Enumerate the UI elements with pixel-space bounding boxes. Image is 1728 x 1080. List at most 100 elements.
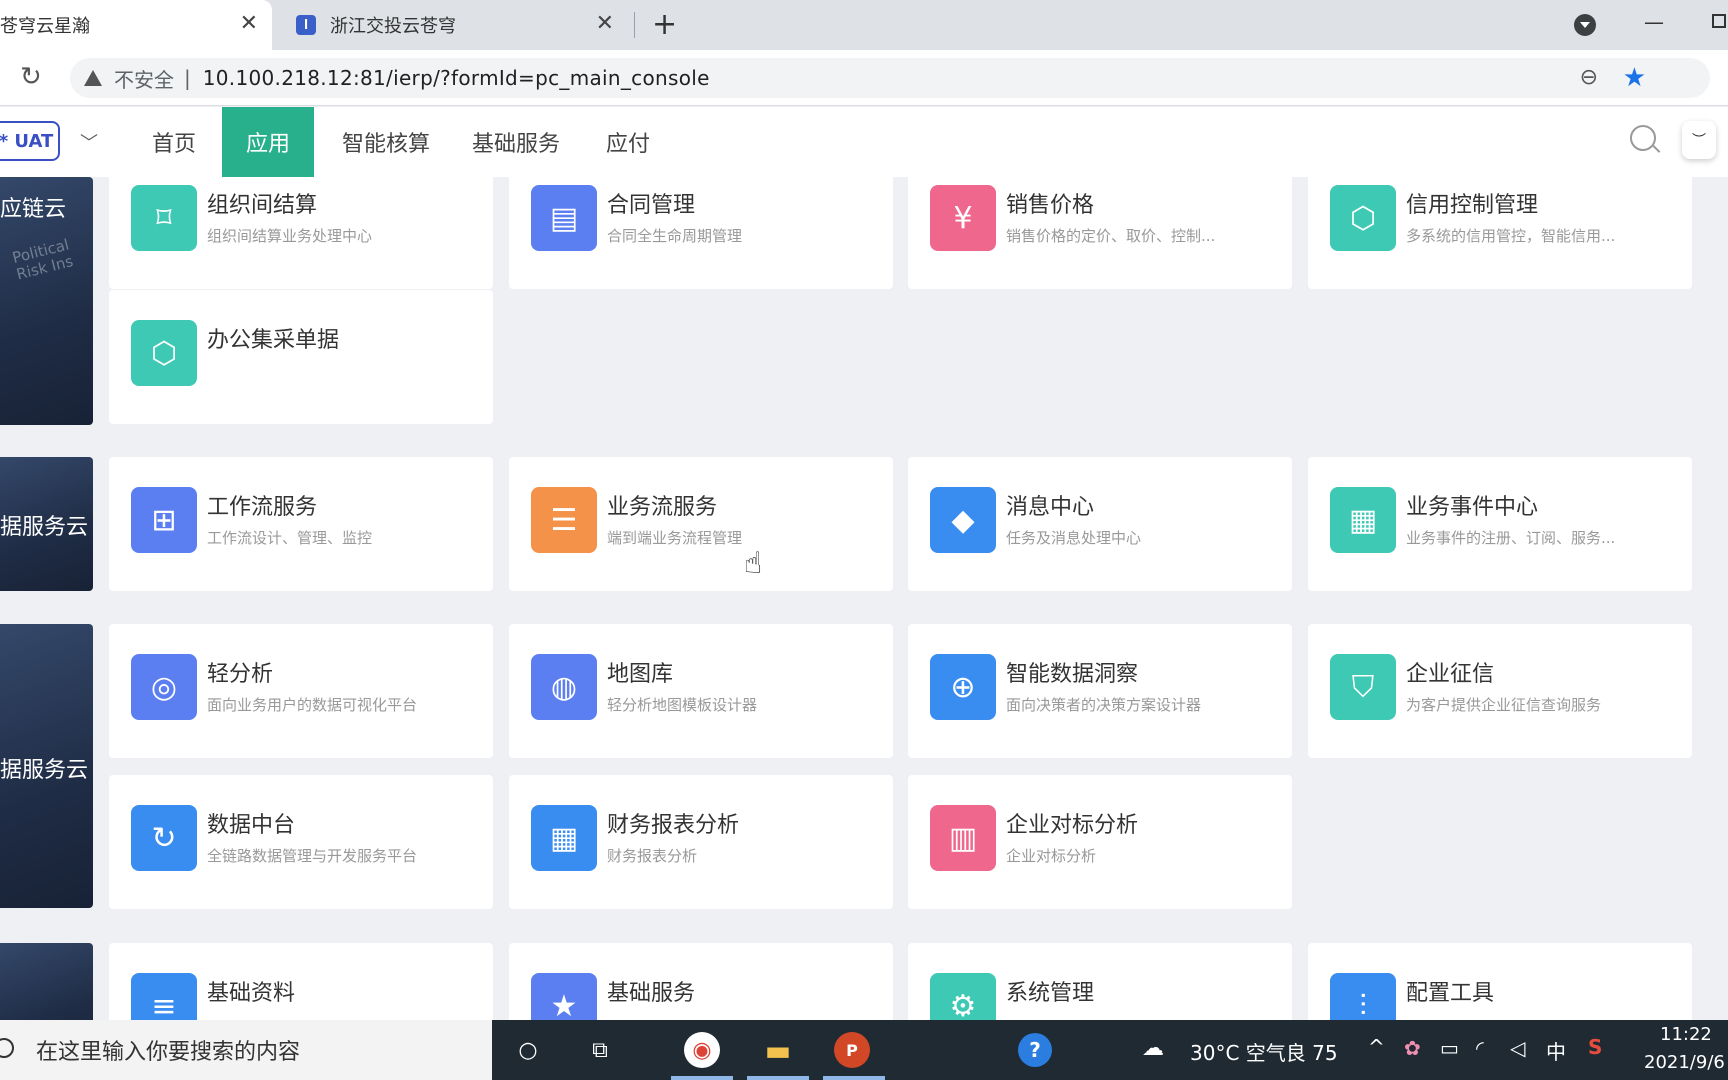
app-card[interactable]: ≡ 基础资料 — [109, 943, 493, 1020]
nav-home[interactable]: 首页 — [152, 107, 196, 177]
powerpoint-icon[interactable]: P — [834, 1032, 870, 1068]
app-card[interactable]: ⬡ 办公集采单据 — [109, 290, 493, 424]
app-title: 工作流服务 — [207, 495, 318, 520]
app-card[interactable]: ¥ 销售价格 销售价格的定价、取价、控制... — [908, 177, 1292, 289]
app-title: 消息中心 — [1006, 495, 1095, 520]
battery-icon[interactable]: ▭ — [1440, 1036, 1459, 1060]
profile-menu-icon[interactable] — [1574, 14, 1596, 36]
cortana-icon[interactable]: ○ — [508, 1030, 548, 1070]
group-card-data-cloud: 据服务云 — [0, 624, 93, 908]
weather-text[interactable]: 30°C 空气良 75 — [1190, 1037, 1338, 1066]
tray-app-icon[interactable]: ✿ — [1404, 1036, 1421, 1060]
wifi-icon[interactable]: ◜ — [1476, 1036, 1484, 1060]
tab-close-icon[interactable]: ✕ — [596, 13, 614, 35]
app-card[interactable]: ⚙ 系统管理 — [908, 943, 1292, 1020]
app-title: 企业对标分析 — [1006, 813, 1139, 838]
minimize-icon[interactable]: — — [1644, 10, 1664, 34]
app-description: 工作流设计、管理、监控 — [207, 529, 373, 547]
server-icon: ≡ — [131, 973, 197, 1020]
nav-basic-services[interactable]: 基础服务 — [472, 107, 560, 177]
taskbar-search-input[interactable]: 在这里输入你要搜索的内容 — [0, 1020, 492, 1080]
volume-icon[interactable]: ◁ — [1510, 1036, 1525, 1060]
clipboard-chart-icon: ▥ — [930, 805, 996, 871]
app-card[interactable]: ⬡ 信用控制管理 多系统的信用管控，智能信用... — [1308, 177, 1692, 289]
task-view-icon[interactable]: ⧉ — [580, 1030, 620, 1070]
tab-inactive[interactable]: ꟾ 浙江交投云苍穹 ✕ — [282, 0, 628, 50]
group-decoration: Political Risk Ins — [10, 235, 75, 284]
group-label: 据服务云 — [0, 515, 89, 540]
app-title: 信用控制管理 — [1406, 193, 1539, 218]
reload-icon[interactable]: ↻ — [20, 62, 42, 92]
tab-favicon-icon: ꟾ — [296, 15, 316, 35]
data-hub-icon: ↻ — [131, 805, 197, 871]
app-description: 端到端业务流程管理 — [607, 529, 743, 547]
tab-close-icon[interactable]: ✕ — [240, 13, 258, 35]
url-input[interactable]: 不安全 | 10.100.218.12:81/ierp/?formId=pc_m… — [70, 58, 1710, 98]
security-label[interactable]: 不安全 — [114, 64, 174, 93]
warning-icon — [84, 70, 102, 86]
url-separator: | — [184, 66, 191, 90]
app-card[interactable]: ▤ 合同管理 合同全生命周期管理 — [509, 177, 893, 289]
nav-apps[interactable]: 应用 — [222, 107, 315, 177]
diamond-icon: ◆ — [930, 487, 996, 553]
sogou-icon[interactable]: S — [1588, 1035, 1602, 1059]
app-title: 轻分析 — [207, 662, 274, 687]
app-description: 轻分析地图模板设计器 — [607, 696, 758, 714]
app-description: 面向业务用户的数据可视化平台 — [207, 696, 418, 714]
app-card[interactable]: ★ 基础服务 — [509, 943, 893, 1020]
zoom-icon[interactable]: ⊖ — [1580, 65, 1598, 90]
address-bar: ↻ 不安全 | 10.100.218.12:81/ierp/?formId=pc… — [0, 50, 1728, 106]
nav-payables[interactable]: 应付 — [606, 107, 650, 177]
restore-icon[interactable] — [1712, 14, 1726, 28]
app-card[interactable]: ⊕ 智能数据洞察 面向决策者的决策方案设计器 — [908, 624, 1292, 758]
weather-icon[interactable]: ☁ — [1142, 1036, 1164, 1061]
group-label: 应链云 — [0, 197, 67, 222]
clock-date[interactable]: 2021/9/6 — [1644, 1052, 1725, 1073]
table-icon: ▦ — [531, 805, 597, 871]
app-card[interactable]: ◎ 轻分析 面向业务用户的数据可视化平台 — [109, 624, 493, 758]
app-description: 业务事件的注册、订阅、服务... — [1406, 529, 1616, 547]
env-badge[interactable]: * UAT — [0, 121, 60, 161]
chevron-down-icon[interactable]: ﹀ — [80, 129, 98, 155]
app-card[interactable]: ↻ 数据中台 全链路数据管理与开发服务平台 — [109, 775, 493, 909]
file-explorer-icon[interactable]: ▬ — [758, 1030, 798, 1070]
app-card[interactable]: ⫶ 配置工具 — [1308, 943, 1692, 1020]
app-description: 任务及消息处理中心 — [1006, 529, 1142, 547]
tab-active[interactable]: 苍穹云星瀚 ✕ — [0, 0, 272, 50]
app-card[interactable]: ▦ 业务事件中心 业务事件的注册、订阅、服务... — [1308, 457, 1692, 591]
app-card[interactable]: ⛉ 企业征信 为客户提供企业征信查询服务 — [1308, 624, 1692, 758]
app-grid: 应链云 Political Risk Ins 据服务云 据服务云 ⌑ 组织间结算… — [0, 177, 1728, 1020]
group-card-basic — [0, 943, 93, 1020]
app-description: 企业对标分析 — [1006, 847, 1097, 865]
event-icon: ▦ — [1330, 487, 1396, 553]
app-card[interactable]: ▦ 财务报表分析 财务报表分析 — [509, 775, 893, 909]
sliders-icon: ⫶ — [1330, 973, 1396, 1020]
url-text[interactable]: 10.100.218.12:81/ierp/?formId=pc_main_co… — [203, 66, 710, 90]
tab-title: 浙江交投云苍穹 — [330, 16, 456, 37]
app-card[interactable]: ⊞ 工作流服务 工作流设计、管理、监控 — [109, 457, 493, 591]
chrome-icon[interactable]: ◉ — [684, 1032, 720, 1068]
nav-smart-accounting[interactable]: 智能核算 — [342, 107, 430, 177]
document-icon: ☰ — [531, 487, 597, 553]
app-title: 智能数据洞察 — [1006, 662, 1139, 687]
app-title: 基础服务 — [607, 981, 696, 1006]
app-description: 财务报表分析 — [607, 847, 698, 865]
tag-icon: ⌑ — [131, 185, 197, 251]
user-avatar[interactable]: ︶ — [1682, 121, 1716, 159]
new-tab-button[interactable]: + — [652, 8, 677, 42]
folder-star-icon: ★ — [531, 973, 597, 1020]
app-card[interactable]: ▥ 企业对标分析 企业对标分析 — [908, 775, 1292, 909]
app-card[interactable]: ◍ 地图库 轻分析地图模板设计器 — [509, 624, 893, 758]
active-app-indicator — [747, 1076, 809, 1080]
clock-time[interactable]: 11:22 — [1660, 1024, 1712, 1045]
workflow-icon: ⊞ — [131, 487, 197, 553]
app-card[interactable]: ☰ 业务流服务 端到端业务流程管理 — [509, 457, 893, 591]
app-card[interactable]: ◆ 消息中心 任务及消息处理中心 — [908, 457, 1292, 591]
app-card[interactable]: ⌑ 组织间结算 组织间结算业务处理中心 — [109, 177, 493, 289]
tray-chevron-icon[interactable]: ^ — [1368, 1035, 1385, 1059]
ime-indicator[interactable]: 中 — [1546, 1036, 1566, 1065]
help-icon[interactable]: ? — [1018, 1033, 1052, 1067]
app-description: 组织间结算业务处理中心 — [207, 227, 373, 245]
bookmark-star-icon[interactable]: ★ — [1623, 63, 1646, 93]
search-icon[interactable] — [1630, 125, 1656, 151]
